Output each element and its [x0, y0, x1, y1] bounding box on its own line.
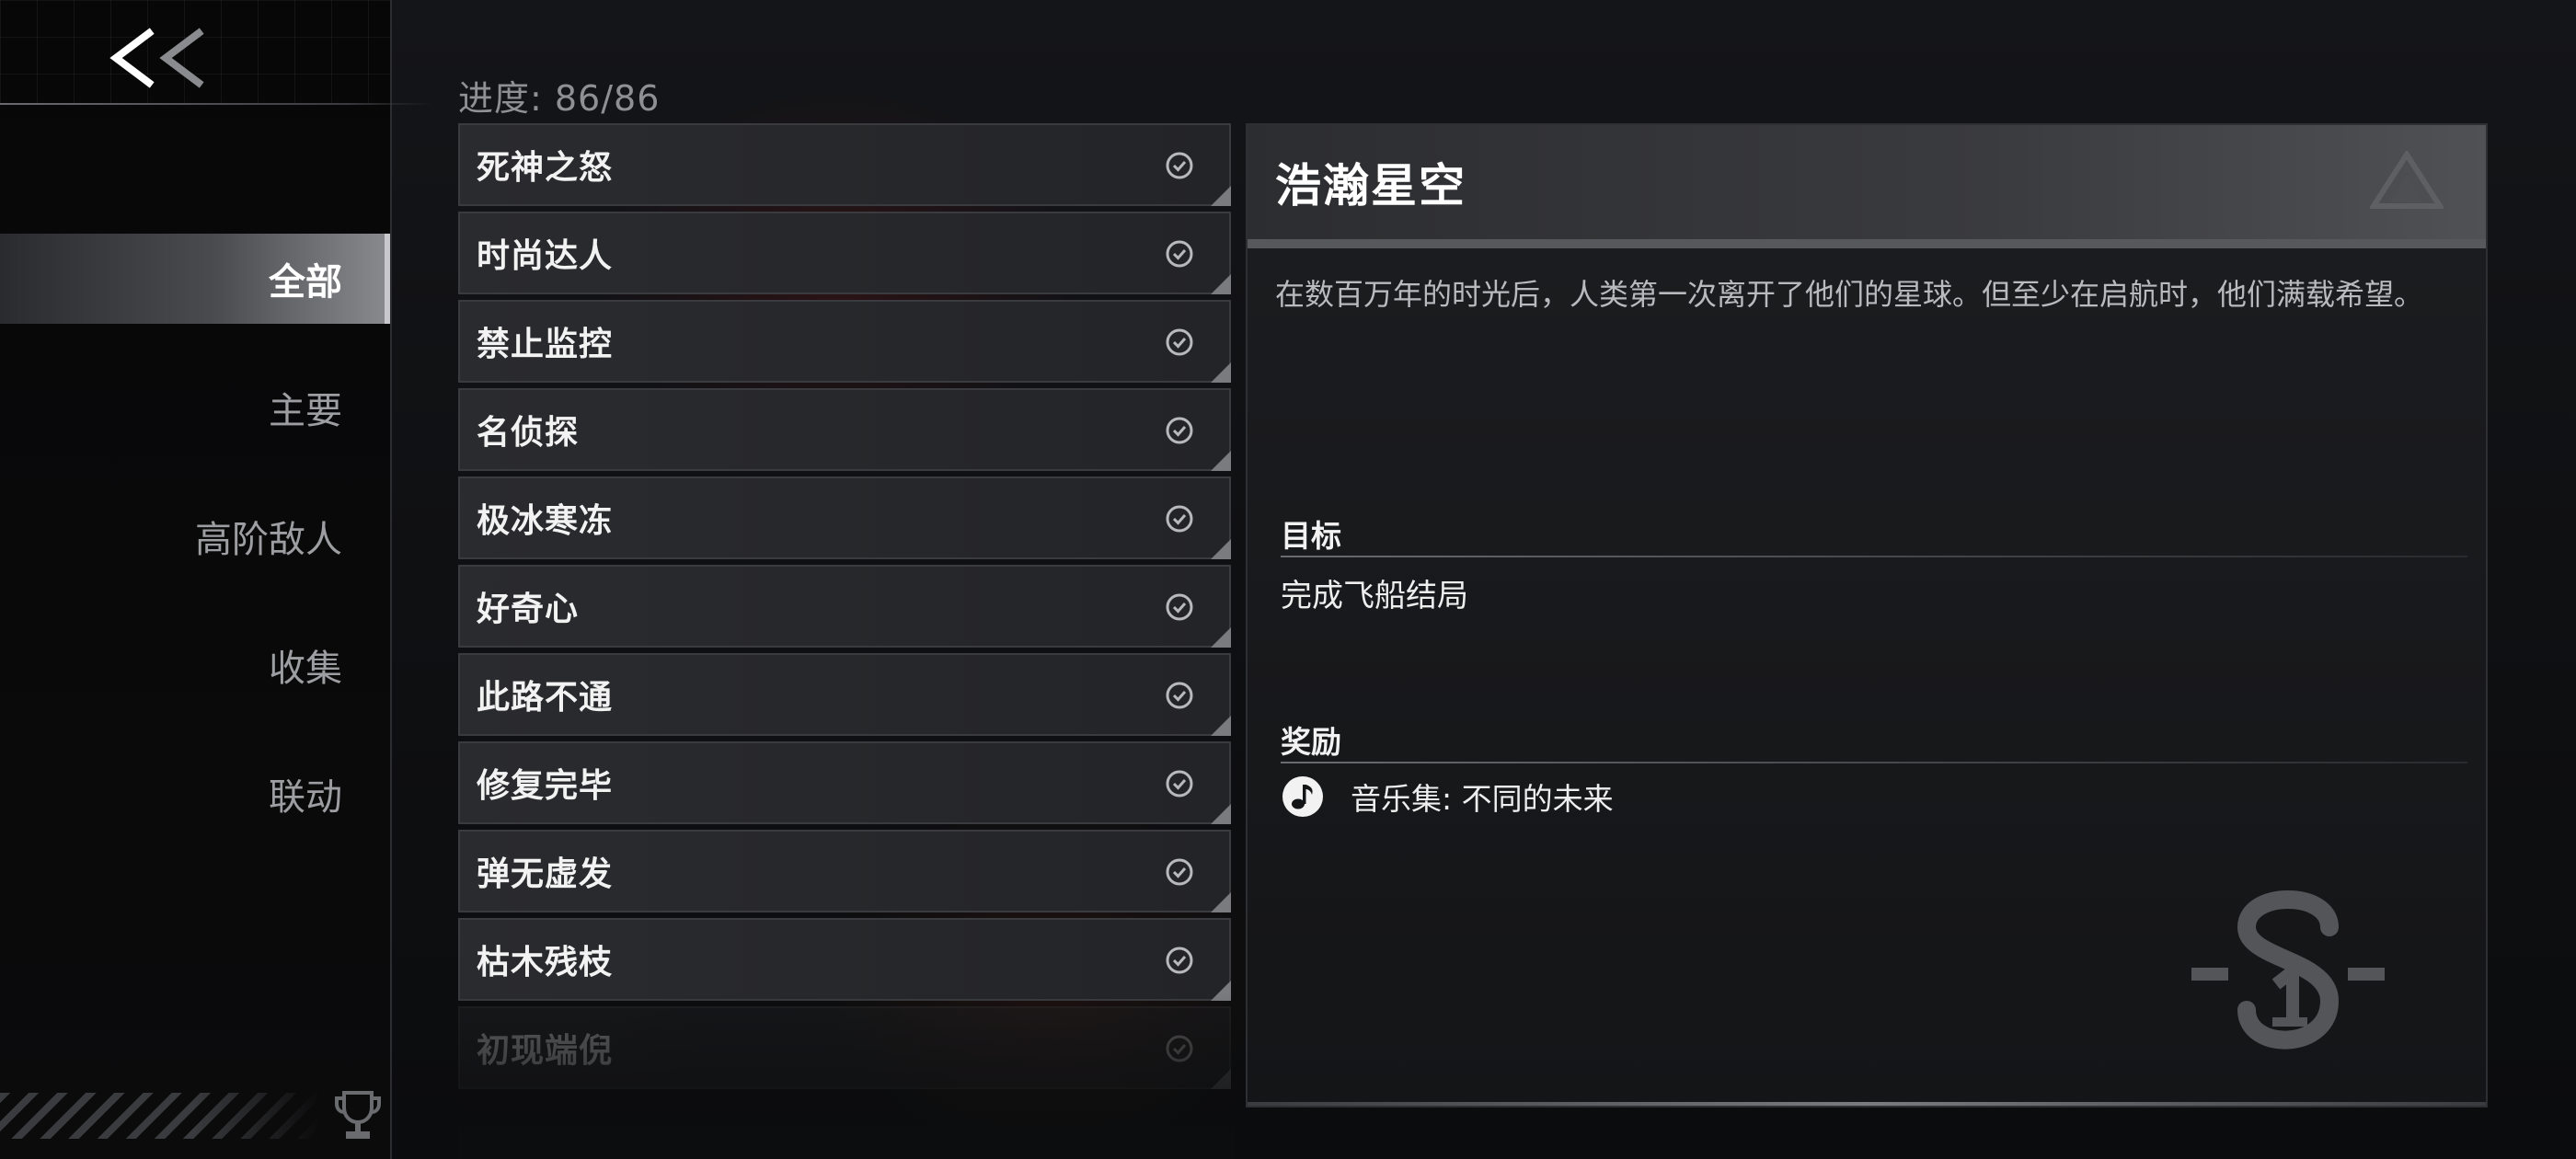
nav-item-collection[interactable]: 收集	[0, 620, 390, 710]
nav-item-all[interactable]: 全部	[0, 234, 390, 324]
detail-title: 浩瀚星空	[1275, 159, 1466, 212]
check-circle-icon	[1166, 947, 1193, 974]
achievement-item[interactable]: 名侦探	[458, 388, 1231, 471]
achievement-item[interactable]: 禁止监控	[458, 300, 1231, 383]
achievement-item[interactable]: 初现端倪	[458, 1006, 1231, 1089]
reward-text: 音乐集: 不同的未来	[1351, 781, 1614, 817]
achievement-item[interactable]: 此路不通	[458, 653, 1231, 736]
achievement-item[interactable]: 好奇心	[458, 565, 1231, 648]
achievement-name: 初现端倪	[477, 1032, 614, 1070]
check-circle-icon	[1166, 328, 1193, 356]
trophy-icon	[335, 1091, 381, 1139]
check-circle-icon	[1166, 682, 1193, 709]
reward-label: 奖励	[1281, 724, 1341, 760]
check-circle-icon	[1166, 152, 1193, 179]
music-note-icon	[1282, 776, 1323, 817]
decorative-stripes	[0, 1093, 322, 1139]
achievement-name: 修复完毕	[477, 767, 614, 805]
emblem-logo-icon	[2191, 890, 2385, 1050]
nav-item-crossover[interactable]: 联动	[0, 749, 390, 839]
achievement-name: 禁止监控	[477, 326, 614, 363]
reward-item: 音乐集: 不同的未来	[1281, 775, 1614, 819]
check-circle-icon	[1166, 770, 1193, 798]
double-chevron-left-icon	[109, 28, 204, 88]
achievement-item[interactable]: 弹无虚发	[458, 830, 1231, 912]
achievement-name: 此路不通	[477, 679, 614, 717]
detail-description: 在数百万年的时光后，人类第一次离开了他们的星球。但至少在启航时，他们满载希望。	[1275, 277, 2424, 312]
nav-item-elite-enemies[interactable]: 高阶敌人	[0, 491, 390, 581]
goal-label: 目标	[1281, 518, 1341, 554]
detail-header: 浩瀚星空	[1248, 125, 2486, 248]
progress-text: 进度: 86/86	[458, 78, 661, 119]
reward-divider	[1281, 762, 2467, 763]
check-circle-icon	[1166, 417, 1193, 444]
nav-item-main[interactable]: 主要	[0, 362, 390, 453]
achievement-name: 好奇心	[477, 591, 580, 628]
check-circle-icon	[1166, 505, 1193, 533]
header-divider	[0, 103, 432, 105]
achievement-name: 名侦探	[477, 414, 580, 452]
goal-text: 完成飞船结局	[1281, 578, 1468, 614]
nav-item-label: 联动	[269, 776, 342, 819]
achievement-item[interactable]: 修复完毕	[458, 741, 1231, 824]
nav-item-label: 收集	[269, 648, 342, 690]
nav-item-label: 高阶敌人	[195, 519, 342, 561]
achievement-item[interactable]: 死神之怒	[458, 123, 1231, 206]
achievement-name: 弹无虚发	[477, 855, 614, 893]
achievement-name: 枯木残枝	[477, 944, 614, 981]
achievement-item[interactable]: 极冰寒冻	[458, 476, 1231, 559]
achievement-item[interactable]: 枯木残枝	[458, 918, 1231, 1001]
achievement-item[interactable]: 时尚达人	[458, 212, 1231, 294]
achievement-name: 极冰寒冻	[477, 502, 614, 540]
check-circle-icon	[1166, 593, 1193, 621]
achievement-list[interactable]: 死神之怒 时尚达人 禁止监控 名侦探 极冰寒冻 好奇心 此路不通 修复完毕 弹无…	[458, 123, 1231, 1117]
achievement-name: 时尚达人	[477, 237, 614, 275]
check-circle-icon	[1166, 240, 1193, 268]
check-circle-icon	[1166, 858, 1193, 886]
panel-bottom-bar	[1248, 1102, 2486, 1106]
sidebar: 全部 主要 高阶敌人 收集 联动	[0, 0, 392, 1159]
achievement-name: 死神之怒	[477, 149, 614, 187]
game-logo-icon	[2370, 151, 2444, 209]
back-button[interactable]	[103, 17, 213, 99]
achievement-detail-panel: 浩瀚星空 在数百万年的时光后，人类第一次离开了他们的星球。但至少在启航时，他们满…	[1246, 123, 2488, 1107]
goal-divider	[1281, 556, 2467, 557]
nav-item-label: 全部	[269, 261, 342, 304]
nav-item-label: 主要	[269, 390, 342, 432]
check-circle-icon	[1166, 1035, 1193, 1062]
